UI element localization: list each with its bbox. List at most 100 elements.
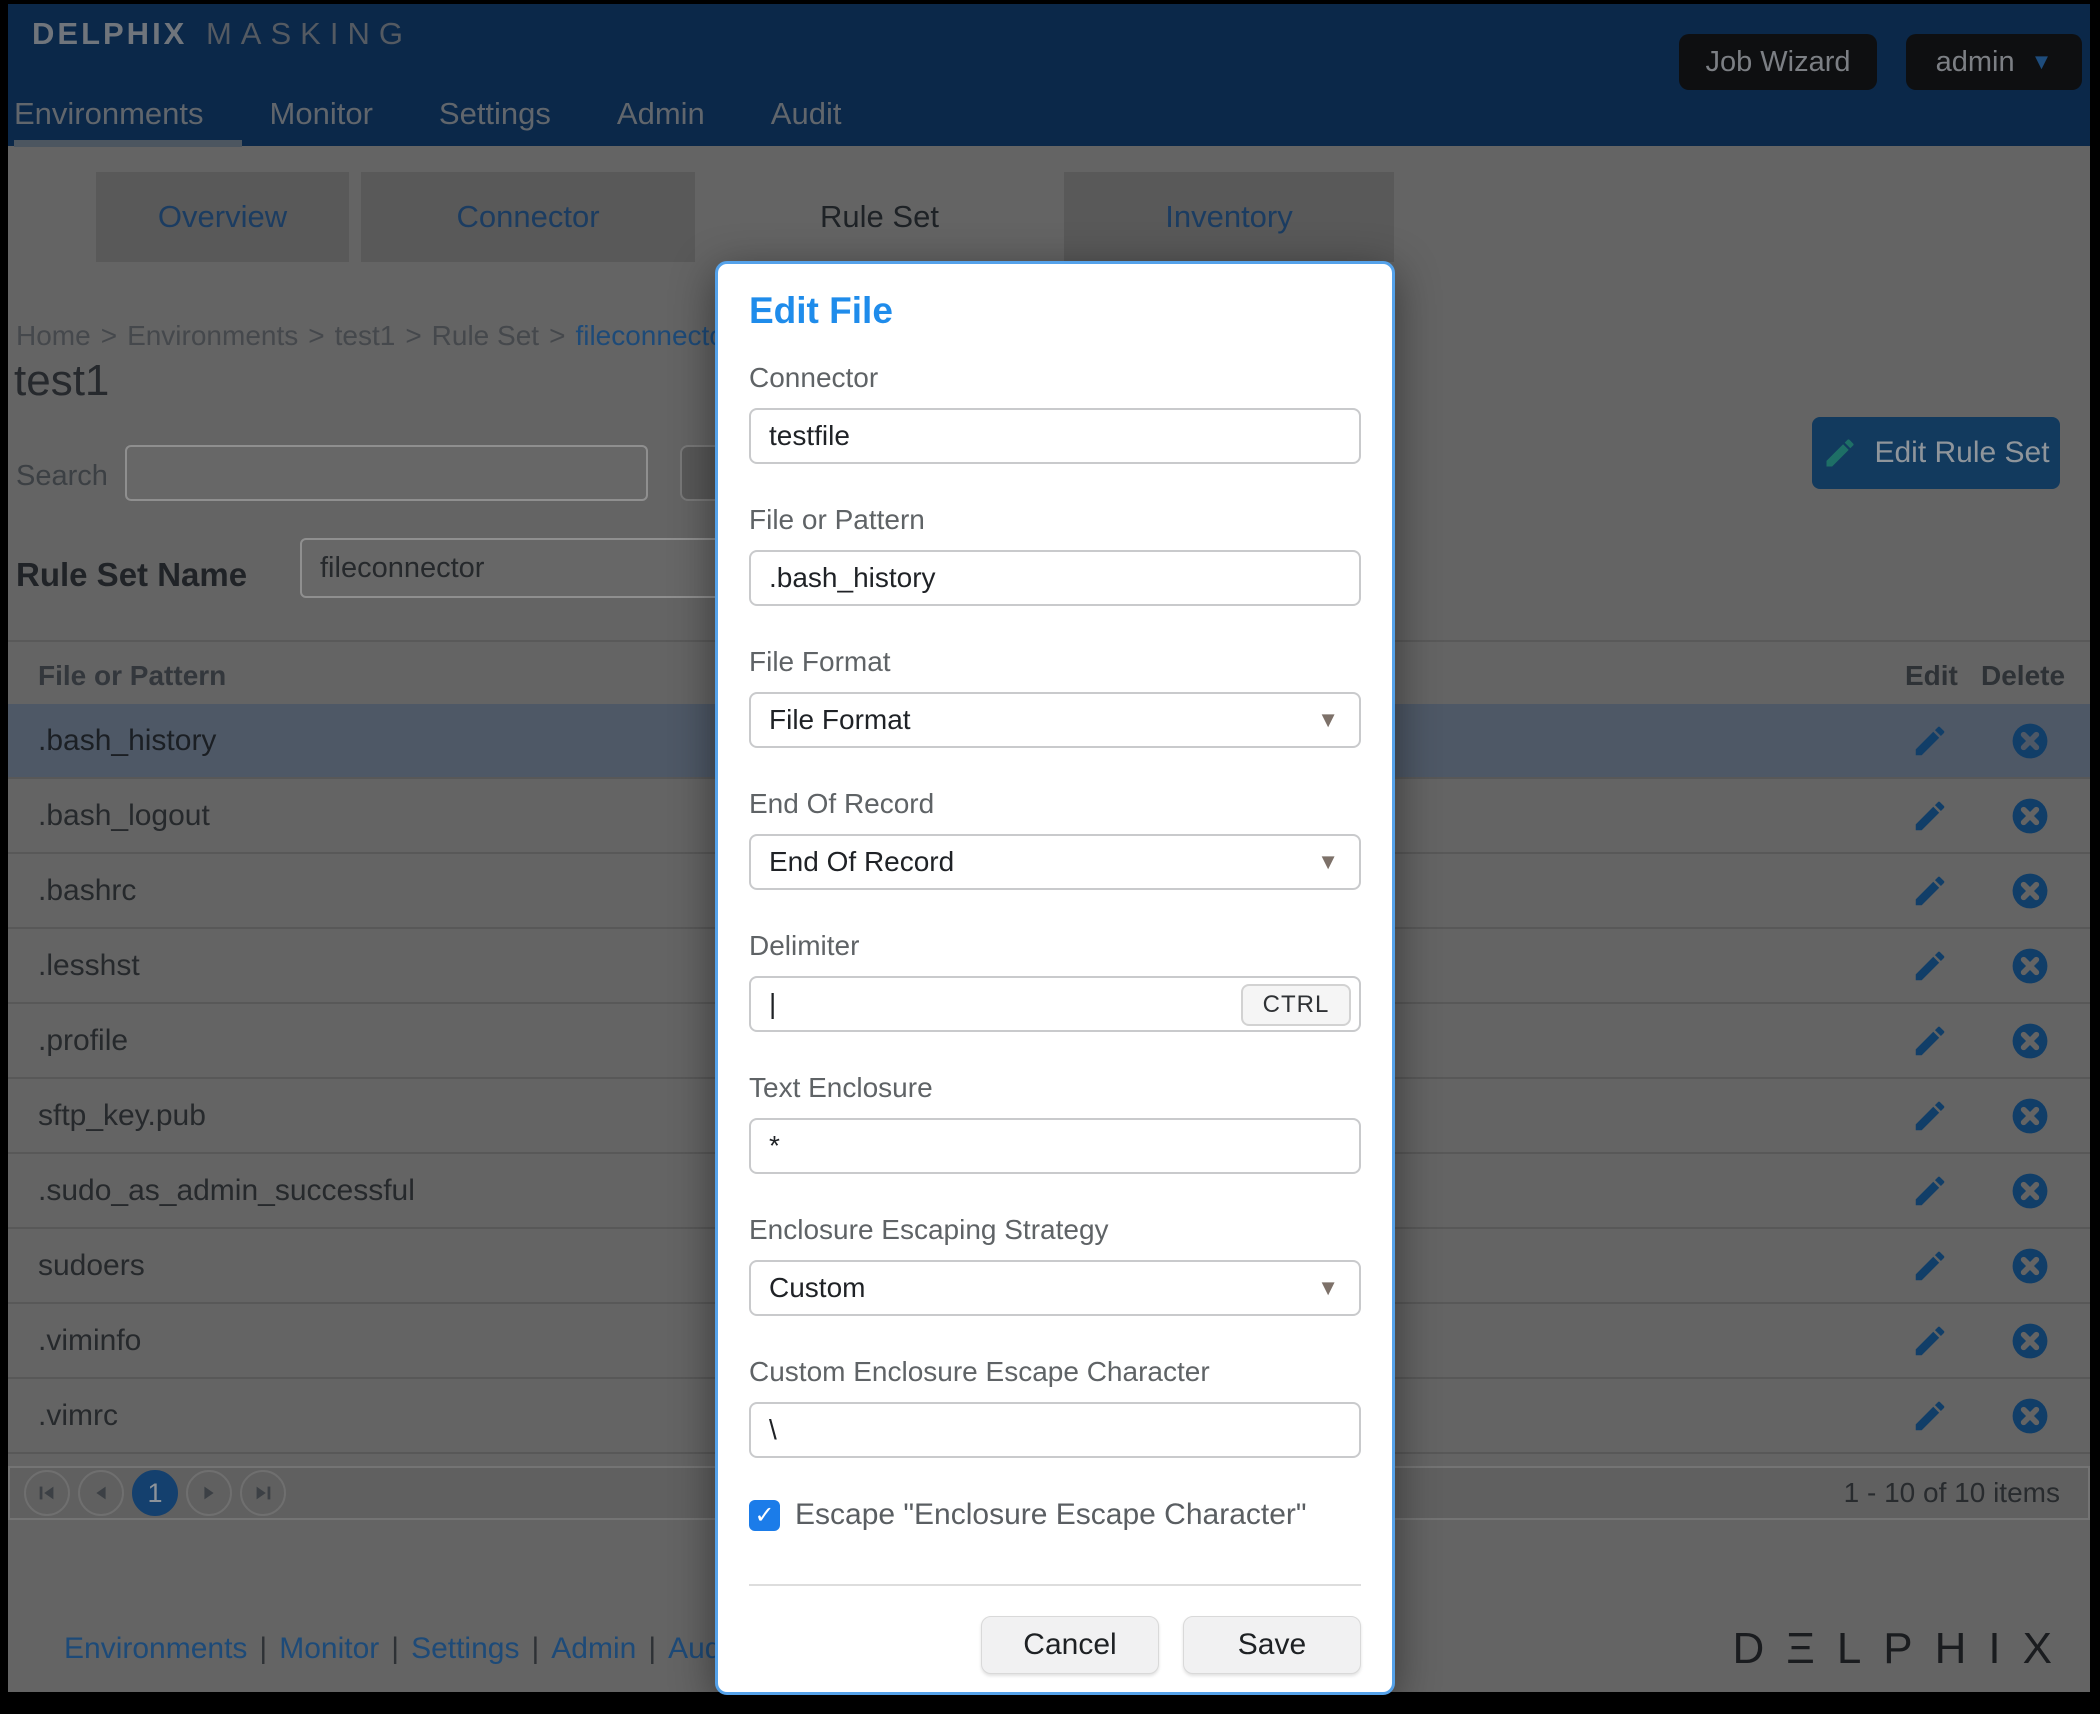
escaping-strategy-label: Enclosure Escaping Strategy	[749, 1214, 1361, 1246]
delimiter-label: Delimiter	[749, 930, 1361, 962]
last-page-button[interactable]	[240, 1470, 286, 1516]
file-name: .sudo_as_admin_successful	[38, 1174, 415, 1208]
breadcrumb-rule-set[interactable]: Rule Set	[432, 320, 539, 351]
text-enclosure-group: Text Enclosure	[749, 1072, 1361, 1174]
delete-x-icon	[2011, 1247, 2049, 1285]
edit-rule-set-button[interactable]: Edit Rule Set	[1812, 417, 2060, 489]
breadcrumb-home[interactable]: Home	[16, 320, 91, 351]
breadcrumb-separator: >	[405, 320, 421, 351]
edit-row-button[interactable]	[1911, 1172, 1949, 1210]
job-wizard-label: Job Wizard	[1705, 46, 1850, 79]
rule-set-name-input[interactable]	[300, 538, 738, 598]
file-name: sftp_key.pub	[38, 1099, 206, 1133]
pencil-icon	[1911, 1322, 1949, 1360]
cancel-button[interactable]: Cancel	[981, 1616, 1159, 1674]
breadcrumb-environments[interactable]: Environments	[127, 320, 298, 351]
save-button[interactable]: Save	[1183, 1616, 1361, 1674]
escaping-strategy-select[interactable]: Custom ▼	[749, 1260, 1361, 1316]
footer-link-monitor[interactable]: Monitor	[279, 1632, 379, 1665]
main-nav: Environments Monitor Settings Admin Audi…	[14, 96, 907, 132]
brand-secondary: MASKING	[206, 16, 412, 51]
delete-row-button[interactable]	[2011, 1022, 2049, 1060]
chevron-down-icon: ▼	[1317, 707, 1339, 733]
delete-row-button[interactable]	[2011, 1397, 2049, 1435]
modal-buttons: Cancel Save	[749, 1616, 1361, 1674]
edit-row-button[interactable]	[1911, 1247, 1949, 1285]
text-enclosure-input[interactable]	[749, 1118, 1361, 1174]
connector-input[interactable]	[749, 408, 1361, 464]
next-page-button[interactable]	[186, 1470, 232, 1516]
nav-item-admin[interactable]: Admin	[617, 96, 705, 132]
escape-char-input[interactable]	[749, 1402, 1361, 1458]
pencil-icon	[1911, 1247, 1949, 1285]
breadcrumb-test1[interactable]: test1	[335, 320, 396, 351]
file-pattern-input[interactable]	[749, 550, 1361, 606]
job-wizard-button[interactable]: Job Wizard	[1679, 34, 1877, 90]
nav-item-environments[interactable]: Environments	[14, 96, 204, 132]
nav-item-monitor[interactable]: Monitor	[270, 96, 373, 132]
column-header-delete: Delete	[1981, 660, 2065, 692]
search-input[interactable]	[125, 445, 648, 501]
edit-row-button[interactable]	[1911, 1322, 1949, 1360]
search-label: Search	[16, 460, 108, 493]
end-of-record-select[interactable]: End Of Record ▼	[749, 834, 1361, 890]
rule-set-name-label: Rule Set Name	[16, 556, 247, 594]
delphix-footer-logo: DΞLPHIX	[1732, 1624, 2074, 1674]
delete-row-button[interactable]	[2011, 1322, 2049, 1360]
delete-row-button[interactable]	[2011, 1247, 2049, 1285]
sub-tabs: Overview Connector Rule Set Inventory	[96, 172, 1394, 262]
file-name: .bash_history	[38, 724, 216, 758]
edit-rule-set-label: Edit Rule Set	[1874, 436, 2049, 470]
edit-row-button[interactable]	[1911, 1397, 1949, 1435]
edit-file-modal: Edit File Connector File or Pattern File…	[715, 261, 1395, 1695]
nav-item-audit[interactable]: Audit	[771, 96, 842, 132]
footer-link-admin[interactable]: Admin	[551, 1632, 636, 1665]
pencil-icon	[1911, 872, 1949, 910]
edit-row-button[interactable]	[1911, 1022, 1949, 1060]
pencil-icon	[1911, 797, 1949, 835]
file-name: sudoers	[38, 1249, 145, 1283]
delimiter-value: |	[769, 988, 776, 1020]
file-format-group: File Format File Format ▼	[749, 646, 1361, 748]
tab-connector[interactable]: Connector	[361, 172, 695, 262]
admin-menu-button[interactable]: admin ▼	[1906, 34, 2082, 90]
footer-link-environments[interactable]: Environments	[64, 1632, 247, 1665]
delimiter-field[interactable]: | CTRL	[749, 976, 1361, 1032]
delete-row-button[interactable]	[2011, 1097, 2049, 1135]
admin-label: admin	[1936, 46, 2015, 79]
delete-row-button[interactable]	[2011, 722, 2049, 760]
footer-link-settings[interactable]: Settings	[411, 1632, 519, 1665]
delete-row-button[interactable]	[2011, 947, 2049, 985]
breadcrumb-current: fileconnector	[575, 320, 734, 351]
nav-item-settings[interactable]: Settings	[439, 96, 551, 132]
escaping-strategy-group: Enclosure Escaping Strategy Custom ▼	[749, 1214, 1361, 1316]
top-header: DELPHIX MASKING Job Wizard admin ▼ Envir…	[8, 4, 2090, 146]
file-format-value: File Format	[769, 704, 911, 736]
current-page-button[interactable]: 1	[132, 1470, 178, 1516]
text-enclosure-label: Text Enclosure	[749, 1072, 1361, 1104]
escape-checkbox[interactable]: ✓	[749, 1500, 780, 1531]
delete-row-button[interactable]	[2011, 872, 2049, 910]
screen: DELPHIX MASKING Job Wizard admin ▼ Envir…	[0, 0, 2100, 1714]
delete-row-button[interactable]	[2011, 1172, 2049, 1210]
file-name: .vimrc	[38, 1399, 118, 1433]
edit-row-button[interactable]	[1911, 722, 1949, 760]
file-format-select[interactable]: File Format ▼	[749, 692, 1361, 748]
edit-row-button[interactable]	[1911, 1097, 1949, 1135]
breadcrumb-separator: >	[308, 320, 324, 351]
next-page-icon	[198, 1482, 220, 1504]
edit-row-button[interactable]	[1911, 797, 1949, 835]
chevron-down-icon: ▼	[2031, 49, 2053, 75]
delete-x-icon	[2011, 1097, 2049, 1135]
tab-overview[interactable]: Overview	[96, 172, 349, 262]
edit-row-button[interactable]	[1911, 947, 1949, 985]
delete-row-button[interactable]	[2011, 797, 2049, 835]
tab-inventory[interactable]: Inventory	[1064, 172, 1394, 262]
tab-rule-set[interactable]: Rule Set	[707, 172, 1052, 262]
first-page-button[interactable]	[24, 1470, 70, 1516]
active-nav-underline	[14, 140, 242, 147]
ctrl-button[interactable]: CTRL	[1241, 984, 1351, 1026]
delete-x-icon	[2011, 1322, 2049, 1360]
previous-page-button[interactable]	[78, 1470, 124, 1516]
edit-row-button[interactable]	[1911, 872, 1949, 910]
